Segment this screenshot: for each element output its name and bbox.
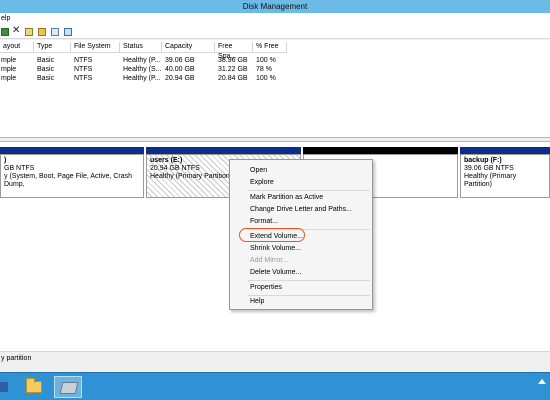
table-cell[interactable]: mple: [1, 56, 16, 65]
back-icon[interactable]: [1, 28, 9, 36]
table-cell[interactable]: Basic: [37, 56, 54, 65]
menu-item-help[interactable]: Help: [250, 297, 264, 307]
menu-separator: [248, 280, 370, 281]
tray-expand-icon[interactable]: [538, 379, 546, 384]
menu-help[interactable]: elp: [0, 13, 10, 25]
delete-icon[interactable]: ✕: [12, 26, 20, 36]
partition-size: GB NTFS: [4, 165, 35, 172]
table-cell[interactable]: 20.84 GB: [218, 74, 248, 83]
disk-management-icon: [59, 382, 79, 394]
table-cell[interactable]: 78 %: [256, 65, 272, 74]
disk-management-button[interactable]: [54, 376, 82, 398]
legend-label: y partition: [1, 355, 32, 362]
partition-status: y (System, Boot, Page File, Active, Cras…: [4, 173, 132, 188]
table-cell[interactable]: 38.96 GB: [218, 56, 248, 65]
table-cell[interactable]: 39.06 GB: [165, 56, 195, 65]
table-cell[interactable]: NTFS: [74, 65, 92, 74]
menu-item-format[interactable]: Format...: [250, 217, 278, 227]
menu-item-add-mirror: Add Mirror...: [250, 257, 289, 264]
partition-name: backup (F:): [464, 157, 502, 164]
table-cell[interactable]: 20.94 GB: [165, 74, 195, 83]
menu-separator: [248, 190, 370, 191]
column-header-percent-free[interactable]: % Free: [253, 42, 287, 53]
taskbar: [0, 372, 550, 400]
grid-icon[interactable]: [64, 28, 72, 36]
column-header-file-system[interactable]: File System: [71, 42, 120, 53]
partition-status: Healthy (Primary Partition): [464, 173, 517, 188]
table-cell[interactable]: Basic: [37, 65, 54, 74]
menu-item-change-drive-letter[interactable]: Change Drive Letter and Paths...: [250, 205, 352, 215]
partition-bar-f: [460, 147, 550, 154]
column-header-layout[interactable]: ayout: [0, 42, 34, 53]
column-header-free-space[interactable]: Free Spa...: [215, 42, 253, 60]
title-bar: Disk Management: [0, 0, 550, 13]
extend-volume-highlight: [239, 228, 305, 242]
menu-item-open[interactable]: Open: [250, 166, 267, 176]
toolbar: ✕: [0, 25, 550, 39]
partition-f[interactable]: backup (F:) 39.06 GB NTFS Healthy (Prima…: [460, 154, 550, 198]
table-cell[interactable]: NTFS: [74, 74, 92, 83]
menu-bar: elp: [0, 13, 550, 25]
legend: y partition: [0, 351, 550, 365]
table-cell[interactable]: Healthy (P...: [123, 56, 161, 65]
partition-size: 39.06 GB NTFS: [464, 165, 514, 172]
column-header-status[interactable]: Status: [120, 42, 162, 53]
file-explorer-button[interactable]: [19, 376, 47, 398]
partition-bar-c: [0, 147, 144, 154]
table-cell[interactable]: Basic: [37, 74, 54, 83]
column-header-capacity[interactable]: Capacity: [162, 42, 215, 53]
partition-bar-e: [146, 147, 301, 154]
table-cell[interactable]: NTFS: [74, 56, 92, 65]
partition-name: users (E:): [150, 157, 183, 164]
table-cell[interactable]: 31.22 GB: [218, 65, 248, 74]
search-icon[interactable]: [51, 28, 59, 36]
menu-item-mark-active[interactable]: Mark Partition as Active: [250, 193, 323, 203]
menu-item-explore[interactable]: Explore: [250, 178, 274, 188]
menu-item-shrink-volume[interactable]: Shrink Volume...: [250, 244, 301, 254]
table-cell[interactable]: mple: [1, 65, 16, 74]
table-cell[interactable]: 40.00 GB: [165, 65, 195, 74]
menu-separator: [248, 295, 370, 296]
table-cell[interactable]: Healthy (P...: [123, 74, 161, 83]
menu-item-properties[interactable]: Properties: [250, 283, 282, 293]
open-icon[interactable]: [38, 28, 46, 36]
table-cell[interactable]: 100 %: [256, 56, 276, 65]
properties-icon[interactable]: [25, 28, 33, 36]
powershell-icon: [0, 382, 8, 392]
table-cell[interactable]: Healthy (S...: [123, 65, 162, 74]
partition-bar-unallocated: [303, 147, 458, 154]
table-cell[interactable]: mple: [1, 74, 16, 83]
volume-list: ayout Type File System Status Capacity F…: [0, 40, 550, 138]
table-cell[interactable]: 100 %: [256, 74, 276, 83]
partition-c[interactable]: ) GB NTFS y (System, Boot, Page File, Ac…: [0, 154, 144, 198]
partition-name: ): [4, 157, 7, 164]
window-title: Disk Management: [242, 2, 308, 11]
column-header-type[interactable]: Type: [34, 42, 71, 53]
menu-item-delete-volume[interactable]: Delete Volume...: [250, 268, 301, 278]
file-explorer-icon: [26, 378, 42, 393]
